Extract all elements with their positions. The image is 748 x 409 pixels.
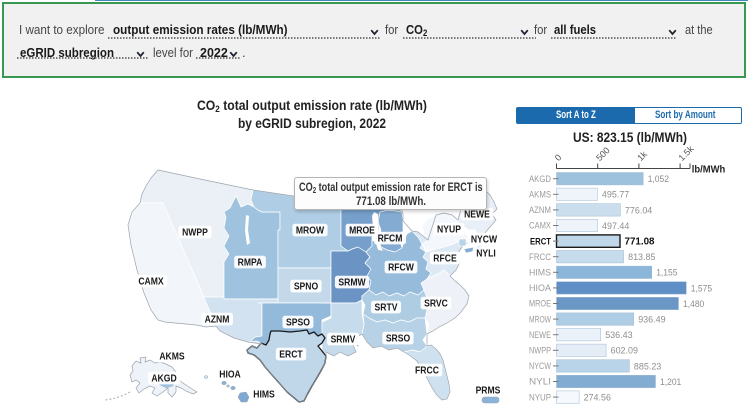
svg-text:1,201: 1,201 <box>660 377 681 388</box>
svg-text:RFCE: RFCE <box>433 254 457 265</box>
svg-text:SPNO: SPNO <box>294 282 319 293</box>
svg-text:HIMS: HIMS <box>253 390 275 401</box>
svg-text:1.5k: 1.5k <box>676 143 695 162</box>
svg-text:NEWE: NEWE <box>529 330 551 340</box>
svg-text:771.08: 771.08 <box>625 237 655 248</box>
svg-text:HIOA: HIOA <box>219 370 241 381</box>
svg-text:CAMX: CAMX <box>529 221 551 231</box>
svg-text:885.23: 885.23 <box>634 361 661 372</box>
svg-text:SRVC: SRVC <box>424 299 448 310</box>
svg-text:AKMS: AKMS <box>159 352 185 363</box>
svg-text:SRMV: SRMV <box>331 335 356 346</box>
svg-text:NWPP: NWPP <box>529 346 551 356</box>
svg-text:776.04: 776.04 <box>625 205 652 216</box>
svg-text:FRCC: FRCC <box>529 252 551 262</box>
svg-text:SRTV: SRTV <box>375 303 398 314</box>
svg-text:1,155: 1,155 <box>656 268 677 279</box>
svg-text:MROE: MROE <box>349 226 375 237</box>
svg-text:SRMW: SRMW <box>338 278 366 289</box>
svg-text:NYUP: NYUP <box>437 225 461 236</box>
svg-text:AKGD: AKGD <box>151 374 176 385</box>
svg-text:AKMS: AKMS <box>529 190 551 200</box>
svg-text:495.77: 495.77 <box>602 190 629 201</box>
svg-text:FRCC: FRCC <box>415 366 439 377</box>
svg-text:SPSO: SPSO <box>286 318 310 329</box>
svg-text:NYLI: NYLI <box>529 377 551 387</box>
svg-text:1,052: 1,052 <box>648 174 669 185</box>
svg-text:PRMS: PRMS <box>476 386 501 397</box>
svg-text:813.85: 813.85 <box>628 252 655 263</box>
svg-text:602.09: 602.09 <box>611 346 638 357</box>
svg-text:MROW: MROW <box>529 314 551 324</box>
svg-text:1,575: 1,575 <box>691 283 712 294</box>
svg-text:497.44: 497.44 <box>602 221 629 232</box>
svg-text:NYUP: NYUP <box>529 392 551 402</box>
svg-text:ERCT: ERCT <box>530 236 551 246</box>
svg-text:HIMS: HIMS <box>529 268 551 278</box>
svg-text:274.56: 274.56 <box>584 393 611 404</box>
svg-text:1k: 1k <box>635 149 649 163</box>
svg-text:CAMX: CAMX <box>138 277 164 288</box>
svg-text:SRSO: SRSO <box>386 334 411 345</box>
svg-text:MROW: MROW <box>296 226 325 237</box>
svg-text:MROE: MROE <box>529 299 551 309</box>
svg-text:NYCW: NYCW <box>471 235 498 246</box>
svg-text:RFCM: RFCM <box>378 234 403 245</box>
svg-text:RFCW: RFCW <box>388 263 414 274</box>
svg-text:AKGD: AKGD <box>529 174 551 184</box>
svg-text:500: 500 <box>594 145 612 163</box>
svg-text:1,480: 1,480 <box>683 299 704 310</box>
svg-text:AZNM: AZNM <box>529 205 551 215</box>
svg-text:536.43: 536.43 <box>605 330 632 341</box>
svg-text:NYLI: NYLI <box>476 249 496 260</box>
svg-text:RMPA: RMPA <box>238 258 263 269</box>
svg-text:NWPP: NWPP <box>182 228 208 239</box>
svg-text:AZNM: AZNM <box>205 315 230 326</box>
svg-text:NYCW: NYCW <box>529 361 551 371</box>
svg-text:HIOA: HIOA <box>529 283 551 293</box>
svg-text:NEWE: NEWE <box>464 210 490 221</box>
svg-text:lb/MWh: lb/MWh <box>692 164 726 176</box>
svg-text:ERCT: ERCT <box>279 350 302 361</box>
svg-text:936.49: 936.49 <box>638 315 665 326</box>
svg-text:0: 0 <box>553 152 564 163</box>
